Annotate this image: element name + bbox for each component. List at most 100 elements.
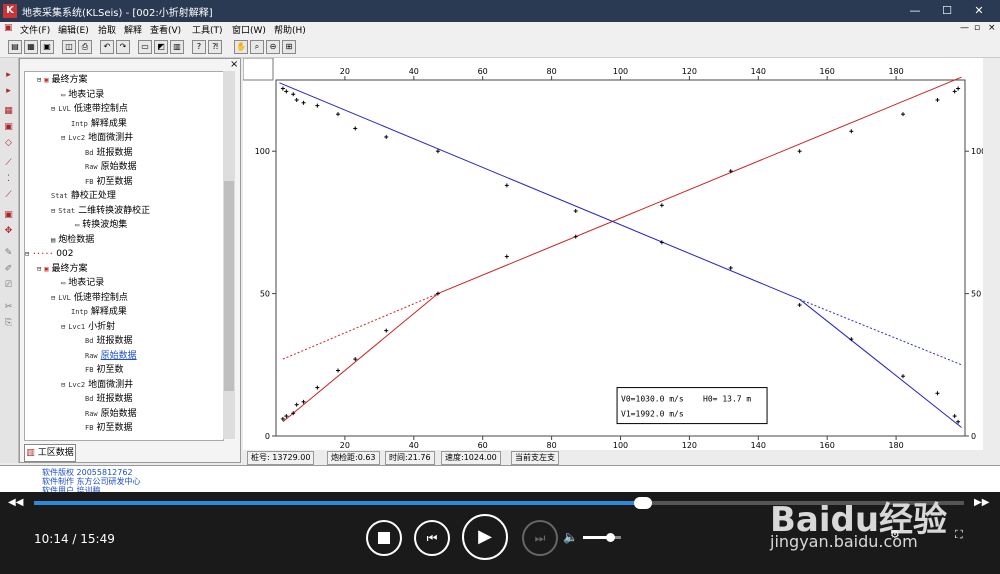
tree-node[interactable]: ⊟ LVL 低速带控制点 bbox=[51, 103, 128, 116]
tool-grid-icon[interactable]: ▦ bbox=[3, 106, 14, 117]
tree-node[interactable]: ▭ 地表记录 bbox=[61, 277, 104, 290]
tree-node[interactable]: Intp 解释成果 bbox=[71, 306, 127, 319]
menu-help[interactable]: 帮助(H) bbox=[274, 23, 306, 36]
tool-move-icon[interactable]: ✥ bbox=[3, 226, 14, 237]
expand-collapse-icon[interactable]: ⊟ bbox=[51, 205, 55, 218]
playback-time: 10:14 / 15:49 bbox=[34, 532, 115, 546]
tree-node[interactable]: ⊟ Lvc2 地面微测井 bbox=[61, 379, 133, 392]
menu-app-icon[interactable]: ▣ bbox=[4, 23, 13, 33]
tree-node[interactable]: ⊟ ▣ 最终方案 bbox=[37, 74, 87, 87]
expand-collapse-icon[interactable]: ⊟ bbox=[37, 74, 41, 87]
volume-icon[interactable]: 🔈 bbox=[563, 530, 578, 544]
tree-node[interactable]: ⊟ ····· 002 bbox=[25, 248, 73, 261]
tree-node[interactable]: ▭ 转换波炮集 bbox=[75, 219, 127, 232]
expand-collapse-icon[interactable]: ⊟ bbox=[61, 379, 65, 392]
expand-collapse-icon[interactable]: ⊟ bbox=[51, 103, 55, 116]
fullscreen-icon[interactable]: ⛶ bbox=[955, 528, 963, 542]
expand-collapse-icon[interactable]: ⊟ bbox=[61, 321, 65, 334]
tree-node[interactable]: ⊟ Lvc1 小折射 bbox=[61, 321, 115, 334]
tool-dots-icon[interactable]: ⁚ bbox=[3, 174, 14, 185]
expand-collapse-icon[interactable]: ⊟ bbox=[51, 292, 55, 305]
previous-button[interactable]: ⏮ bbox=[414, 520, 450, 556]
tree-node[interactable]: Raw 原始数据 bbox=[85, 350, 137, 363]
zoom-icon[interactable]: ⌕ bbox=[250, 40, 264, 54]
tree-scrollbar[interactable] bbox=[223, 71, 235, 439]
help-icon[interactable]: ? bbox=[192, 40, 206, 54]
expand-collapse-icon[interactable]: ⊟ bbox=[25, 248, 29, 261]
window-icon[interactable]: ▭ bbox=[138, 40, 152, 54]
menu-pick[interactable]: 拾取 bbox=[98, 23, 116, 36]
rewind-icon[interactable]: ◀◀ bbox=[8, 497, 23, 508]
menu-interpret[interactable]: 解释 bbox=[124, 23, 142, 36]
tool-arrow2-icon[interactable]: ▸ bbox=[3, 86, 14, 97]
forward-icon[interactable]: ▶▶ bbox=[974, 497, 989, 508]
layout-icon[interactable]: ▥ bbox=[170, 40, 184, 54]
tree-node[interactable]: Bd 班报数据 bbox=[85, 393, 132, 406]
tool-eraser-icon[interactable]: ◇ bbox=[3, 138, 14, 149]
undo-icon[interactable]: ↶ bbox=[100, 40, 114, 54]
next-button[interactable]: ⏭ bbox=[522, 520, 558, 556]
child-minimize-icon[interactable]: — bbox=[960, 23, 969, 33]
print-icon[interactable]: ⎙ bbox=[78, 40, 92, 54]
progress-knob[interactable] bbox=[634, 497, 653, 509]
tool-cut-icon[interactable]: ✂ bbox=[3, 302, 14, 313]
volume-knob[interactable] bbox=[605, 533, 615, 542]
tree-node[interactable]: Stat 静校正处理 bbox=[51, 190, 116, 203]
tree-scroll-thumb[interactable] bbox=[224, 181, 234, 391]
menu-view[interactable]: 查看(V) bbox=[150, 23, 181, 36]
tool-select-icon[interactable]: ▣ bbox=[3, 210, 14, 221]
tool-brush-icon[interactable]: ✐ bbox=[3, 264, 14, 275]
tree-node[interactable]: FB 初至数 bbox=[85, 364, 123, 377]
tree-node[interactable]: ⊟ LVL 低速带控制点 bbox=[51, 292, 128, 305]
play-button[interactable]: ▶ bbox=[462, 514, 508, 560]
tool-line-icon[interactable]: ⟋ bbox=[3, 158, 14, 169]
expand-collapse-icon[interactable]: ⊟ bbox=[37, 263, 41, 276]
zoom-out-icon[interactable]: ⊖ bbox=[266, 40, 280, 54]
tree-node[interactable]: ⊟ Lvc2 地面微测井 bbox=[61, 132, 133, 145]
tree-node[interactable]: FB 初至数据 bbox=[85, 422, 132, 435]
context-help-icon[interactable]: ⁈ bbox=[208, 40, 222, 54]
tool-arrow-icon[interactable]: ▸ bbox=[3, 70, 14, 81]
tool-save-icon[interactable]: ▣ bbox=[3, 122, 14, 133]
tool-paste-icon[interactable]: ⎘ bbox=[3, 318, 14, 329]
minimize-button[interactable]: — bbox=[900, 2, 930, 20]
preview-icon[interactable]: ◫ bbox=[62, 40, 76, 54]
settings-icon[interactable]: ⚙ bbox=[890, 528, 900, 541]
project-tree: ⊟ ▣ 最终方案 ▭ 地表记录 ⊟ LVL 低速带控制点 Intp 解释成果 ⊟ Lvc2 地面微测井 B… bbox=[24, 71, 224, 441]
tree-node[interactable]: Bd 班报数据 bbox=[85, 335, 132, 348]
volume-slider[interactable] bbox=[583, 533, 621, 542]
tool-pen-icon[interactable]: ✎ bbox=[3, 248, 14, 259]
chart-view-icon[interactable]: ◩ bbox=[154, 40, 168, 54]
tree-node[interactable]: ⊟ ▣ 最终方案 bbox=[37, 263, 87, 276]
tree-node[interactable]: Bd 班报数据 bbox=[85, 147, 132, 160]
menu-tools[interactable]: 工具(T) bbox=[192, 23, 223, 36]
pan-icon[interactable]: ✋ bbox=[234, 40, 248, 54]
tree-node[interactable]: FB 初至数据 bbox=[85, 176, 132, 189]
close-button[interactable]: ✕ bbox=[964, 2, 994, 20]
tree-node[interactable]: Intp 解释成果 bbox=[71, 118, 127, 131]
child-restore-icon[interactable]: ▫ bbox=[974, 23, 980, 33]
refraction-chart[interactable]: 20 20 40 40 60 60 80 80 100 100 120 120 140 140 160 160… bbox=[242, 57, 986, 450]
expand-collapse-icon[interactable]: ⊟ bbox=[61, 132, 65, 145]
stop-button[interactable] bbox=[366, 520, 402, 556]
save-icon[interactable]: ▣ bbox=[40, 40, 54, 54]
maximize-button[interactable]: ☐ bbox=[932, 2, 962, 20]
menu-window[interactable]: 窗口(W) bbox=[232, 23, 266, 36]
tab-workarea-data[interactable]: ▥ 工区数据 bbox=[24, 444, 76, 462]
tool-fit-icon[interactable]: ⟋ bbox=[3, 190, 14, 201]
new-icon[interactable]: ▤ bbox=[8, 40, 22, 54]
fit-icon[interactable]: ⊞ bbox=[282, 40, 296, 54]
tree-node[interactable]: Raw 原始数据 bbox=[85, 408, 137, 421]
tree-node[interactable]: ⊟ Stat 二维转换波静校正 bbox=[51, 205, 150, 218]
menu-edit[interactable]: 编辑(E) bbox=[58, 23, 89, 36]
child-close-icon[interactable]: × bbox=[988, 23, 996, 33]
tree-node[interactable]: ▭ 地表记录 bbox=[61, 89, 104, 102]
tree-node[interactable]: Raw 原始数据 bbox=[85, 161, 137, 174]
redo-icon[interactable]: ↷ bbox=[116, 40, 130, 54]
panel-close-icon[interactable]: × bbox=[230, 59, 238, 70]
tool-stamp-icon[interactable]: ⎚ bbox=[3, 280, 14, 291]
open-icon[interactable]: ▦ bbox=[24, 40, 38, 54]
tree-node[interactable]: ▤ 炮检数据 bbox=[51, 234, 94, 247]
chart-svg[interactable]: 20 20 40 40 60 60 80 80 100 100 120 120 140 140 160 160… bbox=[242, 57, 986, 450]
menu-file[interactable]: 文件(F) bbox=[20, 23, 50, 36]
